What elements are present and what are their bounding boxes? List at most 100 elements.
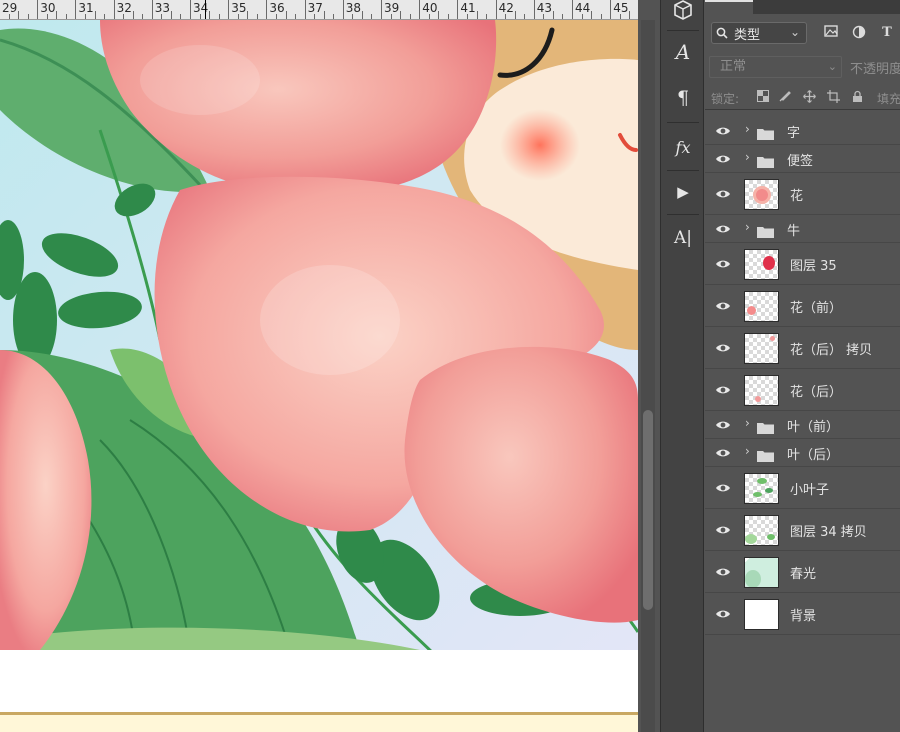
document-canvas[interactable] — [0, 20, 638, 732]
scrollbar-thumb[interactable] — [643, 410, 653, 610]
layer-kind-label: 类型 — [734, 27, 761, 43]
visibility-eye-icon[interactable] — [715, 609, 731, 619]
layer-row[interactable]: 花（后） 拷贝 — [705, 327, 900, 369]
ruler-label: 33 — [154, 1, 171, 15]
ruler-major-tick — [75, 0, 77, 19]
visibility-eye-icon[interactable] — [715, 259, 731, 269]
ruler-label: 32 — [116, 1, 132, 15]
lock-transparent-pixels-icon[interactable] — [755, 90, 771, 106]
visibility-eye-icon[interactable] — [715, 126, 731, 136]
visibility-eye-icon[interactable] — [715, 567, 731, 577]
ruler-minor-tick — [218, 14, 220, 19]
ruler-minor-tick — [18, 11, 20, 19]
tool-separator — [667, 170, 699, 171]
lock-artboard-icon[interactable] — [825, 90, 841, 106]
tool-separator — [667, 214, 699, 215]
opacity-label: 不透明度 — [850, 62, 900, 77]
layer-thumbnail — [744, 248, 779, 280]
visibility-eye-icon[interactable] — [715, 343, 731, 353]
ruler-minor-tick — [180, 14, 182, 19]
ruler-label: 45 — [613, 1, 629, 15]
visibility-eye-icon[interactable] — [715, 385, 731, 395]
layer-row[interactable]: 小叶子 — [705, 467, 900, 509]
layer-row[interactable]: 图层 34 拷贝 — [705, 509, 900, 551]
lock-position-icon[interactable] — [801, 90, 817, 106]
horizontal-ruler[interactable]: 29 30 31 32 33 34 35 36 37 38 39 40 41 42 43 44 45 — [0, 0, 640, 20]
vertical-scrollbar[interactable] — [641, 20, 655, 732]
ruler-major-tick — [113, 0, 115, 19]
layers-panel: 类型 ⌄ T 正常 ⌄ 不透明度 锁定: 填充 › 字 › 便签 花 › 牛 图… — [705, 0, 900, 732]
layer-row[interactable]: 花（后） — [705, 369, 900, 411]
ruler-major-tick — [37, 0, 39, 19]
ruler-minor-tick — [27, 14, 29, 19]
visibility-eye-icon[interactable] — [715, 483, 731, 493]
layer-row[interactable]: 春光 — [705, 551, 900, 593]
glyphs-icon[interactable]: A| — [669, 224, 697, 252]
folder-icon — [757, 125, 774, 140]
layer-group-row[interactable]: › 牛 — [705, 215, 900, 243]
image-filter-icon[interactable] — [823, 25, 839, 41]
layer-row[interactable]: 图层 35 — [705, 243, 900, 285]
ruler-major-tick — [610, 0, 612, 19]
expand-chevron-icon[interactable]: › — [745, 444, 750, 458]
layer-name: 小叶子 — [790, 483, 830, 498]
layer-list: › 字 › 便签花 › 牛图层 35 花（前） 花（后） 拷贝 花（后） › 叶（前） › 叶（后） 小叶… — [705, 117, 900, 637]
cow-blush — [500, 109, 580, 181]
expand-chevron-icon[interactable]: › — [745, 122, 750, 136]
thumbnail-content — [770, 335, 775, 341]
layer-row[interactable]: 花（前） — [705, 285, 900, 327]
fx-icon[interactable]: fx — [669, 133, 697, 161]
layer-row[interactable]: 背景 — [705, 593, 900, 635]
actions-play-icon[interactable]: ▶ — [669, 178, 697, 206]
layer-name: 背景 — [790, 609, 817, 624]
adjustment-filter-icon[interactable] — [851, 25, 867, 41]
thumbnail-content — [745, 533, 757, 544]
visibility-eye-icon[interactable] — [715, 154, 731, 164]
visibility-eye-icon[interactable] — [715, 420, 731, 430]
chevron-down-icon: ⌄ — [789, 25, 800, 39]
expand-chevron-icon[interactable]: › — [745, 220, 750, 234]
layer-kind-filter[interactable]: 类型 ⌄ — [711, 22, 807, 44]
ruler-minor-tick — [94, 11, 96, 19]
layer-name: 花 — [790, 189, 804, 204]
layer-group-row[interactable]: › 字 — [705, 117, 900, 145]
character-icon[interactable]: A — [669, 38, 697, 66]
layer-thumbnail — [744, 598, 779, 630]
layer-group-row[interactable]: › 叶（后） — [705, 439, 900, 467]
lock-all-icon[interactable] — [849, 90, 865, 106]
ruler-major-tick — [381, 0, 382, 19]
ruler-major-tick — [533, 0, 535, 19]
panel-tab-bar — [705, 0, 900, 14]
ruler-major-tick — [304, 0, 306, 19]
visibility-eye-icon[interactable] — [715, 448, 731, 458]
layer-thumbnail — [744, 472, 779, 504]
visibility-eye-icon[interactable] — [715, 525, 731, 535]
3d-icon[interactable] — [669, 0, 697, 24]
ruler-minor-tick — [361, 11, 363, 19]
blend-row: 正常 ⌄ 不透明度 — [705, 54, 900, 80]
visibility-eye-icon[interactable] — [715, 224, 731, 234]
lock-image-pixels-icon[interactable] — [777, 90, 793, 106]
layer-name: 字 — [787, 126, 801, 141]
folder-icon — [757, 223, 774, 238]
ruler-label: 44 — [575, 1, 591, 15]
ruler-label: 42 — [498, 1, 514, 15]
ruler-minor-tick — [447, 14, 449, 19]
layer-row[interactable]: 花 — [705, 173, 900, 215]
ruler-minor-tick — [56, 11, 58, 19]
ruler-minor-tick — [285, 11, 287, 19]
paper-bottom — [0, 715, 638, 732]
ruler-major-tick — [266, 0, 268, 19]
layer-thumbnail — [744, 290, 779, 322]
expand-chevron-icon[interactable]: › — [745, 150, 750, 164]
type-filter-icon[interactable]: T — [879, 25, 895, 41]
visibility-eye-icon[interactable] — [715, 301, 731, 311]
thumbnail-content — [745, 569, 761, 587]
visibility-eye-icon[interactable] — [715, 189, 731, 199]
expand-chevron-icon[interactable]: › — [745, 416, 750, 430]
tab-layers[interactable] — [705, 0, 753, 14]
layer-group-row[interactable]: › 便签 — [705, 145, 900, 173]
layer-group-row[interactable]: › 叶（前） — [705, 411, 900, 439]
paragraph-icon[interactable]: ¶ — [669, 84, 697, 112]
blend-mode-select[interactable]: 正常 ⌄ — [709, 56, 842, 78]
